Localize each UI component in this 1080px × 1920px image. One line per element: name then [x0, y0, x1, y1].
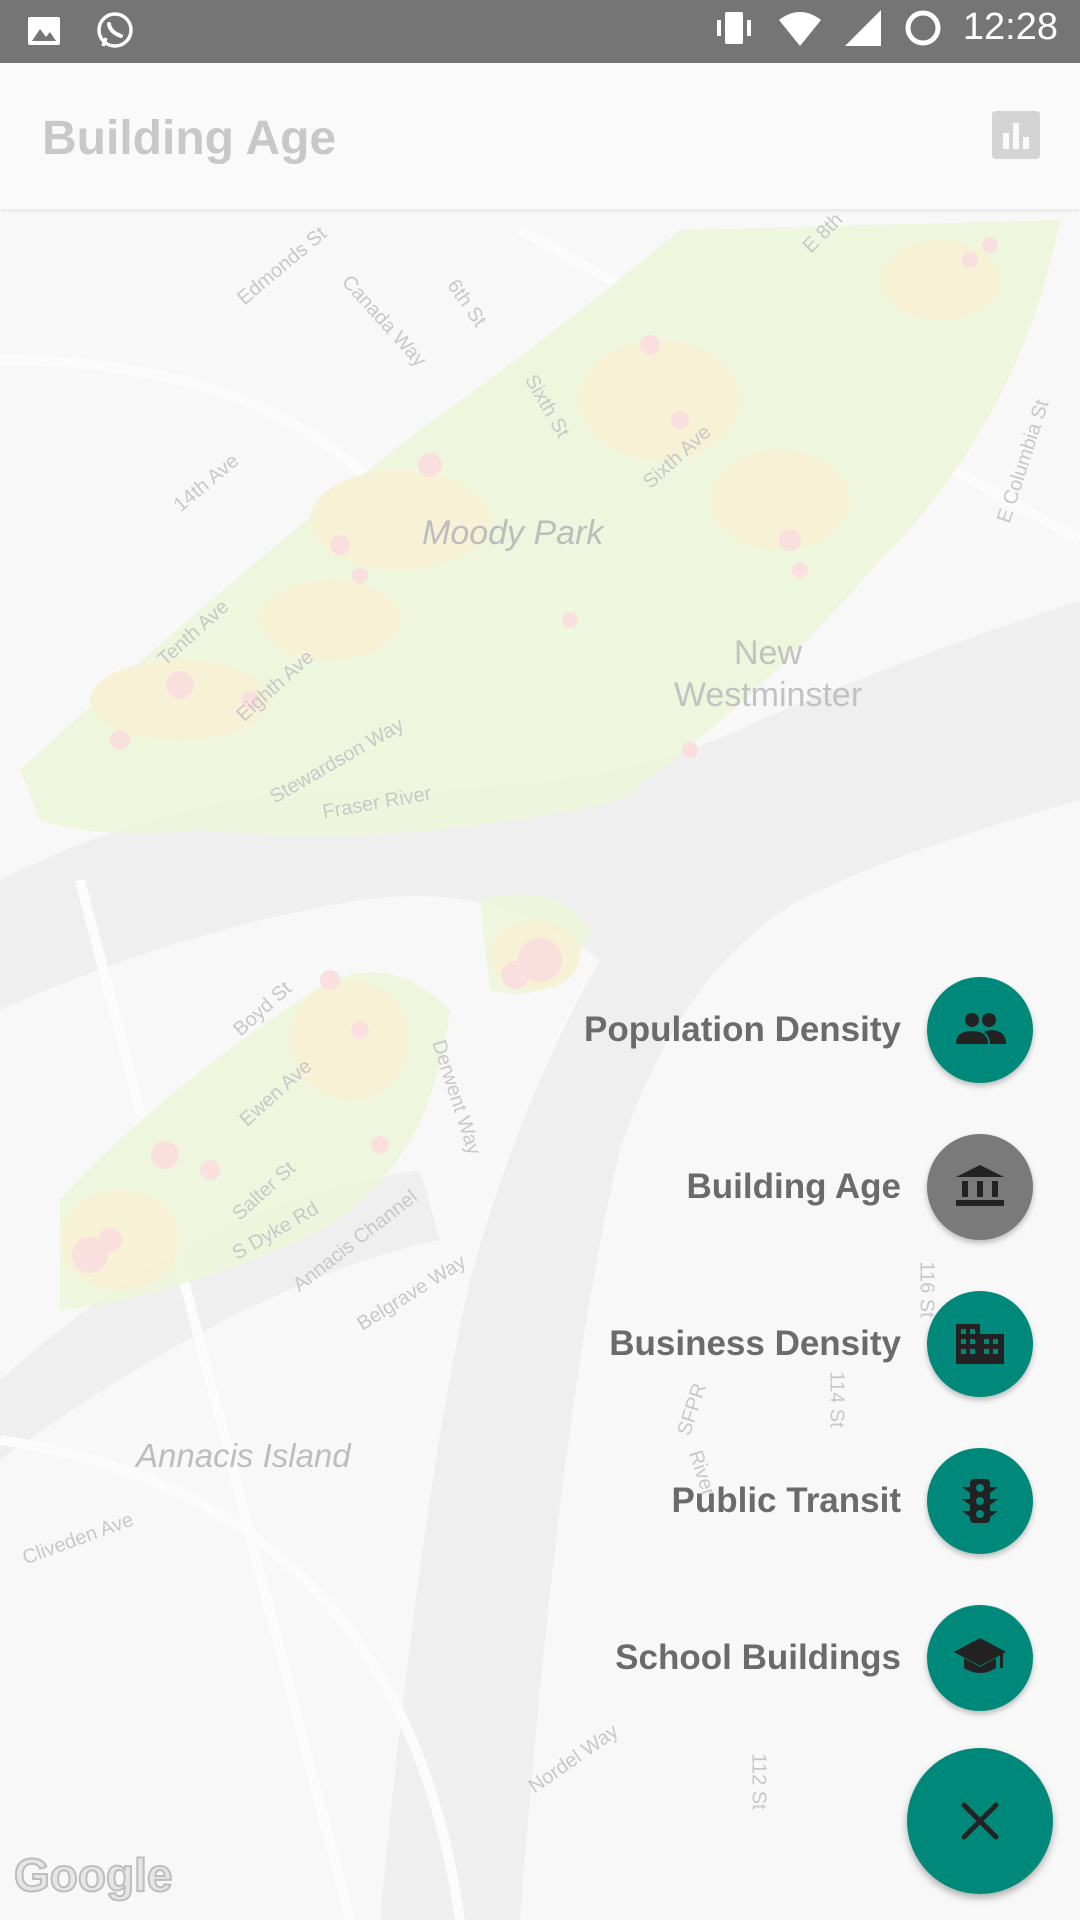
population-density-button[interactable] [927, 977, 1033, 1083]
fab-label[interactable]: Population Density [584, 1010, 901, 1050]
fab-label[interactable]: Public Transit [672, 1481, 902, 1521]
area-label-moody-park: Moody Park [422, 514, 604, 552]
bar-chart-icon [1003, 123, 1029, 149]
google-logo: Google [13, 1848, 173, 1902]
status-bar: 12:28 [0, 0, 1080, 63]
fab-label[interactable]: School Buildings [615, 1638, 901, 1678]
building-age-button[interactable] [927, 1134, 1033, 1240]
fab-item-public-transit[interactable]: Public Transit [672, 1448, 1033, 1554]
city-label-line-2: Westminster [673, 676, 863, 714]
fab-item-business-density[interactable]: Business Density [609, 1291, 1033, 1397]
business-icon [956, 1324, 1004, 1364]
bank-icon [956, 1165, 1004, 1206]
bar-chart-button[interactable] [992, 111, 1040, 159]
vibrate-icon [716, 11, 751, 44]
city-label: New Westminster [658, 632, 878, 716]
image-icon [28, 17, 60, 45]
street-label: 112 St [747, 1753, 770, 1810]
sync-icon [905, 10, 941, 45]
signal-icon [844, 9, 881, 46]
whatsapp-icon [97, 12, 133, 48]
school-buildings-button[interactable] [927, 1605, 1033, 1711]
page-title: Building Age [42, 112, 337, 165]
close-icon [961, 1802, 999, 1840]
business-density-button[interactable] [927, 1291, 1033, 1397]
close-menu-button[interactable] [907, 1748, 1053, 1894]
app-bar: Building Age [0, 63, 1080, 209]
city-label-line-1: New [733, 634, 803, 672]
fab-item-school-buildings[interactable]: School Buildings [615, 1605, 1033, 1711]
fab-item-population-density[interactable]: Population Density [584, 977, 1033, 1083]
fab-label[interactable]: Building Age [686, 1167, 901, 1207]
public-transit-button[interactable] [927, 1448, 1033, 1554]
area-label-annacis-island: Annacis Island [136, 1437, 351, 1474]
people-icon [956, 1013, 1006, 1044]
fab-item-building-age[interactable]: Building Age [686, 1134, 1033, 1240]
wifi-icon [778, 11, 821, 46]
school-icon [954, 1638, 1006, 1673]
traffic-icon [962, 1479, 998, 1523]
fab-label[interactable]: Business Density [609, 1324, 901, 1364]
status-time: 12:28 [962, 6, 1058, 48]
